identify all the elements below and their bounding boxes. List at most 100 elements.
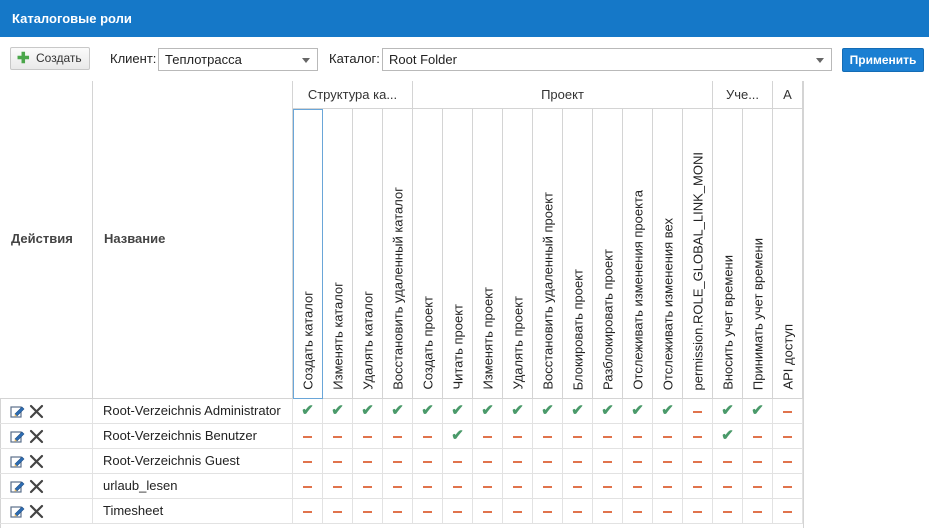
permission-column-header[interactable]: Вносить учет времени xyxy=(713,109,743,399)
permission-cell[interactable] xyxy=(593,424,623,448)
permission-cell[interactable] xyxy=(683,474,713,498)
permission-cell[interactable] xyxy=(503,499,533,523)
permission-cell[interactable] xyxy=(653,424,683,448)
permission-cell[interactable] xyxy=(353,499,383,523)
permission-cell[interactable] xyxy=(683,499,713,523)
permission-cell[interactable] xyxy=(773,399,803,423)
permission-cell[interactable] xyxy=(473,424,503,448)
role-name[interactable]: Root-Verzeichnis Benutzer xyxy=(103,424,257,448)
chevron-down-icon[interactable] xyxy=(816,58,824,63)
permission-column-header[interactable]: API доступ xyxy=(773,109,803,399)
permission-cell[interactable] xyxy=(473,449,503,473)
permission-cell[interactable]: ✔ xyxy=(473,399,503,423)
permission-cell[interactable] xyxy=(443,474,473,498)
table-row[interactable]: Root-Verzeichnis Guest xyxy=(0,449,803,474)
apply-button[interactable]: Применить xyxy=(842,48,924,72)
permission-cell[interactable] xyxy=(293,499,323,523)
permission-cell[interactable] xyxy=(743,449,773,473)
permission-cell[interactable] xyxy=(653,474,683,498)
permission-cell[interactable] xyxy=(563,474,593,498)
permission-cell[interactable] xyxy=(413,424,443,448)
permission-cell[interactable]: ✔ xyxy=(293,399,323,423)
permission-cell[interactable] xyxy=(503,474,533,498)
column-group-header[interactable]: Структура ка... xyxy=(293,81,413,109)
permission-cell[interactable] xyxy=(563,499,593,523)
permission-cell[interactable]: ✔ xyxy=(653,399,683,423)
permission-cell[interactable] xyxy=(683,399,713,423)
permission-cell[interactable] xyxy=(473,499,503,523)
permission-cell[interactable] xyxy=(293,474,323,498)
permission-cell[interactable] xyxy=(533,449,563,473)
permission-column-header[interactable]: Блокировать проект xyxy=(563,109,593,399)
permission-cell[interactable] xyxy=(293,449,323,473)
column-group-header[interactable]: A xyxy=(773,81,803,109)
permission-cell[interactable] xyxy=(413,499,443,523)
permission-cell[interactable] xyxy=(533,424,563,448)
permission-cell[interactable] xyxy=(323,449,353,473)
permission-cell[interactable]: ✔ xyxy=(413,399,443,423)
permission-cell[interactable] xyxy=(413,449,443,473)
edit-icon[interactable] xyxy=(10,404,25,419)
edit-icon[interactable] xyxy=(10,479,25,494)
permission-cell[interactable] xyxy=(323,474,353,498)
permission-cell[interactable] xyxy=(383,424,413,448)
delete-icon[interactable] xyxy=(29,429,44,444)
permission-cell[interactable] xyxy=(623,474,653,498)
permission-cell[interactable] xyxy=(713,474,743,498)
permission-cell[interactable]: ✔ xyxy=(503,399,533,423)
delete-icon[interactable] xyxy=(29,479,44,494)
edit-icon[interactable] xyxy=(10,454,25,469)
permission-cell[interactable] xyxy=(683,424,713,448)
role-name[interactable]: Root-Verzeichnis Guest xyxy=(103,449,240,473)
permission-cell[interactable] xyxy=(533,499,563,523)
permission-cell[interactable] xyxy=(293,424,323,448)
permission-cell[interactable] xyxy=(563,424,593,448)
permission-column-header[interactable]: Удалять каталог xyxy=(353,109,383,399)
permission-column-header[interactable]: Принимать учет времени xyxy=(743,109,773,399)
permission-cell[interactable]: ✔ xyxy=(713,399,743,423)
permission-cell[interactable] xyxy=(593,449,623,473)
permission-cell[interactable] xyxy=(773,474,803,498)
permission-cell[interactable] xyxy=(773,424,803,448)
permission-column-header[interactable]: Изменять проект xyxy=(473,109,503,399)
permission-cell[interactable]: ✔ xyxy=(743,399,773,423)
permission-cell[interactable] xyxy=(443,449,473,473)
role-name[interactable]: urlaub_lesen xyxy=(103,474,177,498)
catalog-select[interactable]: Root Folder xyxy=(382,48,832,71)
table-row[interactable]: Timesheet xyxy=(0,499,803,524)
permission-cell[interactable] xyxy=(743,474,773,498)
chevron-down-icon[interactable] xyxy=(302,58,310,63)
permission-cell[interactable] xyxy=(473,474,503,498)
permission-cell[interactable] xyxy=(503,424,533,448)
client-select[interactable]: Теплотрасса xyxy=(158,48,318,71)
permission-cell[interactable] xyxy=(623,449,653,473)
permission-cell[interactable] xyxy=(713,449,743,473)
role-name[interactable]: Timesheet xyxy=(103,499,163,523)
edit-icon[interactable] xyxy=(10,504,25,519)
permission-cell[interactable] xyxy=(593,499,623,523)
permission-column-header[interactable]: Разблокировать проект xyxy=(593,109,623,399)
permission-cell[interactable] xyxy=(353,449,383,473)
permission-cell[interactable] xyxy=(653,449,683,473)
permission-cell[interactable] xyxy=(653,499,683,523)
permission-cell[interactable] xyxy=(443,499,473,523)
permission-cell[interactable]: ✔ xyxy=(443,424,473,448)
permission-cell[interactable]: ✔ xyxy=(323,399,353,423)
permission-cell[interactable] xyxy=(383,474,413,498)
permission-cell[interactable] xyxy=(773,449,803,473)
permission-column-header[interactable]: Отслеживать изменения вех xyxy=(653,109,683,399)
table-row[interactable]: Root-Verzeichnis Benutzer ✔ ✔ xyxy=(0,424,803,449)
role-name[interactable]: Root-Verzeichnis Administrator xyxy=(103,399,281,423)
delete-icon[interactable] xyxy=(29,404,44,419)
permission-cell[interactable] xyxy=(683,449,713,473)
permission-cell[interactable] xyxy=(503,449,533,473)
permission-cell[interactable]: ✔ xyxy=(533,399,563,423)
permission-cell[interactable]: ✔ xyxy=(383,399,413,423)
permission-cell[interactable] xyxy=(713,499,743,523)
permission-cell[interactable] xyxy=(413,474,443,498)
permission-cell[interactable] xyxy=(323,424,353,448)
permission-cell[interactable] xyxy=(743,499,773,523)
permission-cell[interactable]: ✔ xyxy=(443,399,473,423)
permission-cell[interactable] xyxy=(353,424,383,448)
permission-column-header[interactable]: permission.ROLE_GLOBAL_LINK_MONI xyxy=(683,109,713,399)
